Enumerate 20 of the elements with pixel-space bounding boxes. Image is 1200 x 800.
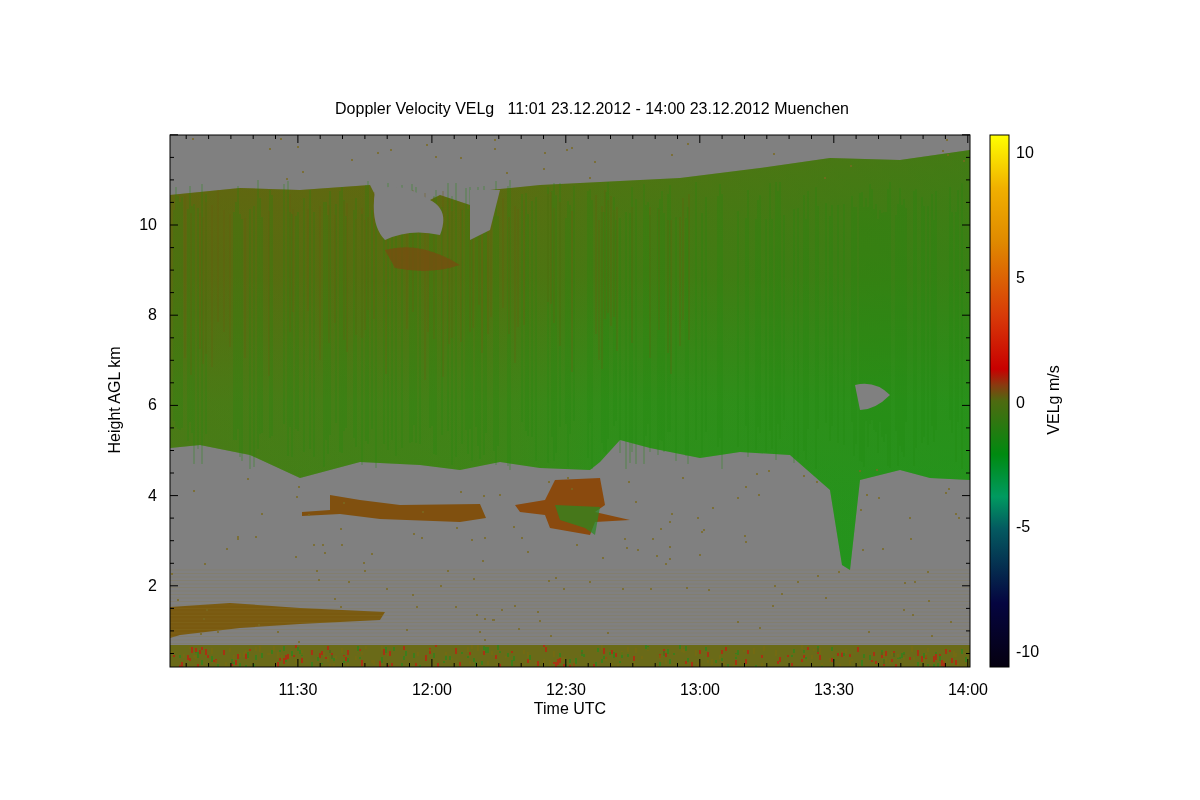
y-tick-label: 2 xyxy=(148,576,157,594)
x-tick-label: 14:00 xyxy=(948,681,988,698)
x-tick-label: 13:30 xyxy=(814,681,854,698)
x-tick-label: 12:30 xyxy=(546,681,586,698)
x-tick-label: 12:00 xyxy=(412,681,452,698)
colorbar-label: VELg m/s xyxy=(1045,365,1062,435)
colorbar-tick-label: -10 xyxy=(1016,643,1040,661)
x-axis-label: Time UTC xyxy=(533,700,607,717)
y-tick-label: 6 xyxy=(148,396,157,414)
colorbar-tick-label: 10 xyxy=(1016,144,1034,161)
y-tick-label: 10 xyxy=(139,216,157,233)
colorbar-tick-label: 5 xyxy=(1016,268,1025,286)
x-tick-label: 13:00 xyxy=(680,681,720,698)
x-tick-label: 11:30 xyxy=(278,681,318,698)
chart-title: Doppler Velocity VELg 11:01 23.12.2012 - 14:00 23.12.2012 Muenchen xyxy=(335,100,849,117)
y-tick-label: 8 xyxy=(148,306,157,324)
colorbar-tick-label: 0 xyxy=(1016,393,1025,411)
y-tick-label: 4 xyxy=(148,486,157,504)
y-axis-label: Height AGL km xyxy=(106,346,123,454)
colorbar-tick-label: -5 xyxy=(1016,518,1031,536)
